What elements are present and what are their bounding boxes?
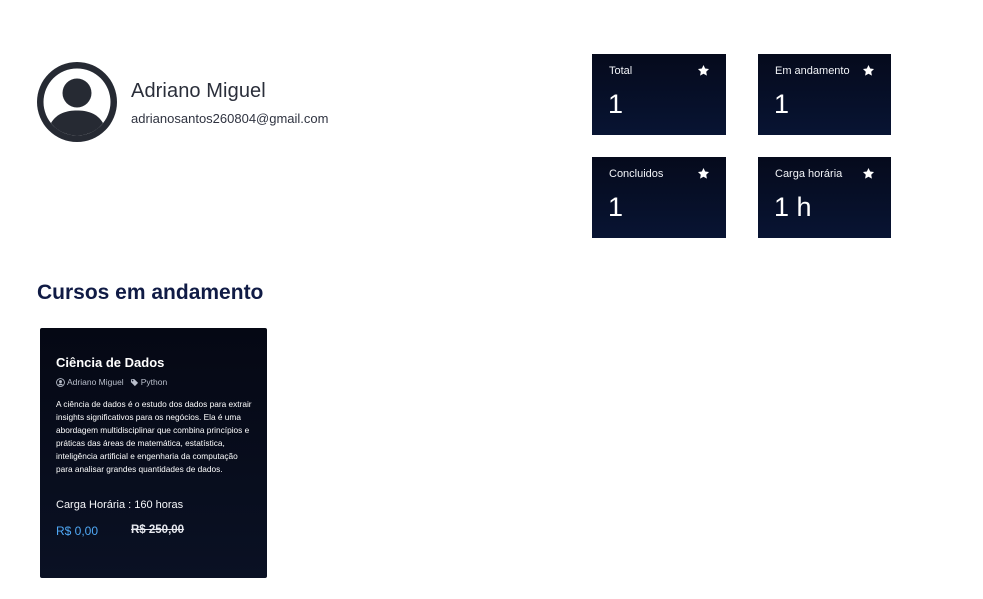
stat-card-in-progress: Em andamento 1 [758, 54, 891, 135]
avatar [37, 62, 117, 142]
course-meta: Adriano Miguel Python [56, 377, 167, 387]
stat-label: Em andamento [775, 65, 850, 77]
course-title[interactable]: Ciência de Dados [56, 355, 164, 370]
star-icon [862, 167, 875, 179]
user-name: Adriano Miguel [131, 80, 266, 102]
user-circle-icon [56, 377, 65, 387]
stat-label: Concluidos [609, 168, 664, 180]
star-icon [697, 64, 710, 76]
user-email: adrianosantos260804@gmail.com [131, 111, 329, 126]
course-tag: Python [130, 377, 167, 387]
stat-label: Carga horária [775, 168, 843, 180]
course-hours: Carga Horária : 160 horas [56, 499, 184, 511]
star-icon [862, 64, 875, 76]
stat-value: 1 [608, 192, 624, 222]
stat-value: 1 h [774, 192, 812, 222]
course-price: R$ 0,00 [56, 524, 99, 538]
course-author-name: Adriano Miguel [67, 377, 124, 387]
stat-card-total: Total 1 [592, 54, 726, 135]
course-old-price: R$ 250,00 [131, 524, 185, 536]
tag-icon [130, 378, 138, 386]
stat-card-workload: Carga horária 1 h [758, 157, 891, 238]
stat-value: 1 [608, 89, 624, 119]
course-description: A ciência de dados é o estudo dos dados … [56, 399, 252, 474]
course-author: Adriano Miguel [56, 377, 124, 387]
course-tag-label: Python [140, 377, 168, 387]
star-icon [697, 167, 710, 179]
stat-card-completed: Concluidos 1 [592, 157, 726, 238]
course-card[interactable]: Ciência de Dados Adriano Miguel Python A… [40, 328, 267, 578]
stat-value: 1 [774, 89, 790, 119]
stat-label: Total [609, 65, 633, 77]
section-title: Cursos em andamento [37, 281, 264, 304]
